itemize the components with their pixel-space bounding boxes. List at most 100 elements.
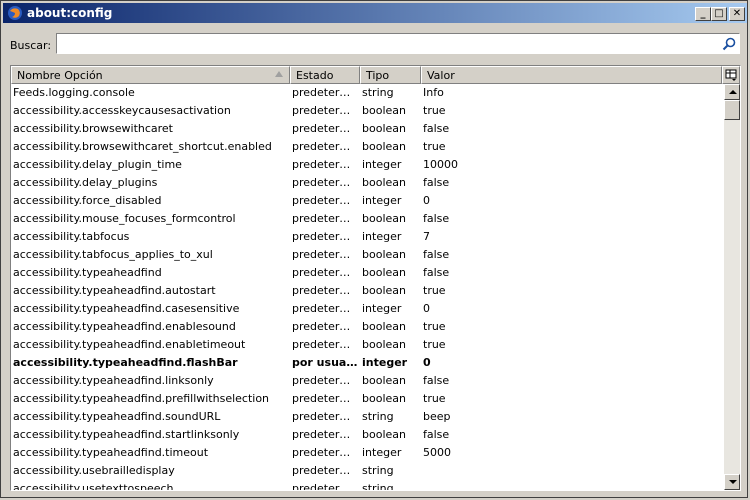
firefox-icon: [8, 6, 22, 20]
sort-ascending-icon: [275, 71, 283, 77]
pref-status-cell: por usuario: [292, 356, 360, 369]
table-row[interactable]: accessibility.typeaheadfind.casesensitiv…: [11, 300, 724, 318]
pref-status-cell: predetermin...: [292, 284, 360, 297]
table-row[interactable]: accessibility.browsewithcaret_shortcut.e…: [11, 138, 724, 156]
pref-name-cell: accessibility.force_disabled: [13, 194, 162, 207]
table-row[interactable]: accessibility.typeaheadfind.timeout prede…: [11, 444, 724, 462]
pref-type-cell: boolean: [362, 392, 406, 405]
pref-status-cell: predetermin...: [292, 446, 360, 459]
close-button[interactable]: ✕: [729, 7, 745, 21]
pref-type-cell: boolean: [362, 338, 406, 351]
vertical-scrollbar[interactable]: [724, 84, 740, 490]
table-row[interactable]: accessibility.tabfocus predetermin...inte…: [11, 228, 724, 246]
pref-status-cell: predetermin...: [292, 176, 360, 189]
pref-name-cell: accessibility.typeaheadfind.timeout: [13, 446, 209, 459]
column-header-status-label: Estado: [296, 69, 334, 82]
pref-type-cell: string: [362, 86, 394, 99]
scroll-thumb[interactable]: [724, 100, 740, 120]
pref-status-cell: predetermin...: [292, 320, 360, 333]
pref-name-cell: accessibility.typeaheadfind.casesensitiv…: [13, 302, 240, 315]
pref-name-cell: accessibility.accesskeycausesactivation: [13, 104, 231, 117]
table-row[interactable]: accessibility.typeaheadfind.prefillwiths…: [11, 390, 724, 408]
pref-name-cell: Feeds.logging.console: [13, 86, 135, 99]
pref-status-cell: predetermin...: [292, 428, 360, 441]
pref-type-cell: integer: [362, 356, 408, 369]
table-row[interactable]: accessibility.typeaheadfind.startlinkson…: [11, 426, 724, 444]
preferences-tree[interactable]: Nombre Opción Estado Tipo Valor Feeds.lo…: [10, 65, 741, 491]
table-row[interactable]: accessibility.typeaheadfind.autostart pre…: [11, 282, 724, 300]
column-header-row: Nombre Opción Estado Tipo Valor: [11, 66, 740, 84]
search-icon[interactable]: [721, 36, 737, 52]
pref-value-cell: 7: [423, 230, 430, 243]
pref-status-cell: predetermin...: [292, 140, 360, 153]
table-row[interactable]: accessibility.typeaheadfind.enablesound p…: [11, 318, 724, 336]
table-row[interactable]: accessibility.force_disabled predetermin.…: [11, 192, 724, 210]
pref-type-cell: integer: [362, 446, 402, 459]
pref-status-cell: predetermin...: [292, 374, 360, 387]
pref-value-cell: 0: [423, 356, 431, 369]
pref-status-cell: predetermin...: [292, 104, 360, 117]
column-header-type-label: Tipo: [366, 69, 390, 82]
pref-value-cell: false: [423, 176, 450, 189]
table-row[interactable]: accessibility.typeaheadfind.flashBar por …: [11, 354, 724, 372]
table-row[interactable]: accessibility.browsewithcaret predetermin…: [11, 120, 724, 138]
table-row[interactable]: accessibility.typeaheadfind.linksonly pre…: [11, 372, 724, 390]
table-row[interactable]: accessibility.typeaheadfind predetermin..…: [11, 264, 724, 282]
table-row[interactable]: accessibility.typeaheadfind.enabletimeou…: [11, 336, 724, 354]
about-config-window: about:config _ □ ✕ Buscar: Nombre Opción…: [0, 0, 748, 498]
pref-status-cell: predetermin...: [292, 248, 360, 261]
pref-status-cell: predetermin...: [292, 302, 360, 315]
search-input[interactable]: [56, 33, 740, 54]
pref-name-cell: accessibility.usebrailledisplay: [13, 464, 175, 477]
scroll-down-button[interactable]: [724, 474, 740, 490]
pref-name-cell: accessibility.typeaheadfind.startlinkson…: [13, 428, 240, 441]
pref-status-cell: predetermin...: [292, 158, 360, 171]
pref-type-cell: boolean: [362, 122, 406, 135]
pref-type-cell: integer: [362, 194, 402, 207]
pref-value-cell: true: [423, 338, 446, 351]
pref-name-cell: accessibility.typeaheadfind: [13, 266, 162, 279]
title-bar[interactable]: about:config _ □ ✕: [3, 3, 747, 23]
table-row[interactable]: accessibility.delay_plugins predetermin..…: [11, 174, 724, 192]
pref-value-cell: false: [423, 248, 450, 261]
arrow-down-icon: [729, 480, 737, 484]
pref-type-cell: boolean: [362, 104, 406, 117]
table-row[interactable]: accessibility.usebrailledisplay predeterm…: [11, 462, 724, 480]
search-label: Buscar:: [10, 39, 52, 52]
column-header-value[interactable]: Valor: [421, 66, 722, 84]
pref-name-cell: accessibility.typeaheadfind.prefillwiths…: [13, 392, 270, 405]
pref-value-cell: false: [423, 212, 450, 225]
pref-status-cell: predetermin...: [292, 86, 360, 99]
table-row[interactable]: accessibility.tabfocus_applies_to_xul pre…: [11, 246, 724, 264]
column-header-type[interactable]: Tipo: [360, 66, 421, 84]
column-picker-icon: [725, 69, 737, 81]
scroll-up-button[interactable]: [724, 84, 740, 100]
pref-name-cell: accessibility.mouse_focuses_formcontrol: [13, 212, 236, 225]
column-picker-button[interactable]: [722, 66, 740, 84]
pref-type-cell: boolean: [362, 140, 406, 153]
pref-status-cell: predetermin...: [292, 230, 360, 243]
pref-name-cell: accessibility.tabfocus_applies_to_xul: [13, 248, 213, 261]
table-row[interactable]: accessibility.mouse_focuses_formcontrol p…: [11, 210, 724, 228]
pref-value-cell: 5000: [423, 446, 451, 459]
pref-name-cell: accessibility.typeaheadfind.flashBar: [13, 356, 238, 369]
table-row[interactable]: accessibility.usetexttospeech predetermin…: [11, 480, 724, 491]
pref-value-cell: false: [423, 374, 450, 387]
table-row[interactable]: accessibility.typeaheadfind.soundURL pred…: [11, 408, 724, 426]
pref-value-cell: false: [423, 266, 450, 279]
pref-value-cell: true: [423, 140, 446, 153]
pref-value-cell: 0: [423, 302, 430, 315]
pref-type-cell: boolean: [362, 374, 406, 387]
column-header-status[interactable]: Estado: [290, 66, 360, 84]
column-header-name[interactable]: Nombre Opción: [11, 66, 290, 84]
pref-name-cell: accessibility.usetexttospeech: [13, 482, 174, 491]
pref-type-cell: boolean: [362, 266, 406, 279]
minimize-button[interactable]: _: [695, 7, 711, 21]
table-row[interactable]: accessibility.delay_plugin_time predeterm…: [11, 156, 724, 174]
table-row[interactable]: accessibility.accesskeycausesactivation p…: [11, 102, 724, 120]
table-row[interactable]: Feeds.logging.console predetermin...strin…: [11, 84, 724, 102]
maximize-button[interactable]: □: [711, 7, 727, 21]
pref-name-cell: accessibility.typeaheadfind.enablesound: [13, 320, 236, 333]
pref-status-cell: predetermin...: [292, 122, 360, 135]
pref-name-cell: accessibility.typeaheadfind.soundURL: [13, 410, 221, 423]
